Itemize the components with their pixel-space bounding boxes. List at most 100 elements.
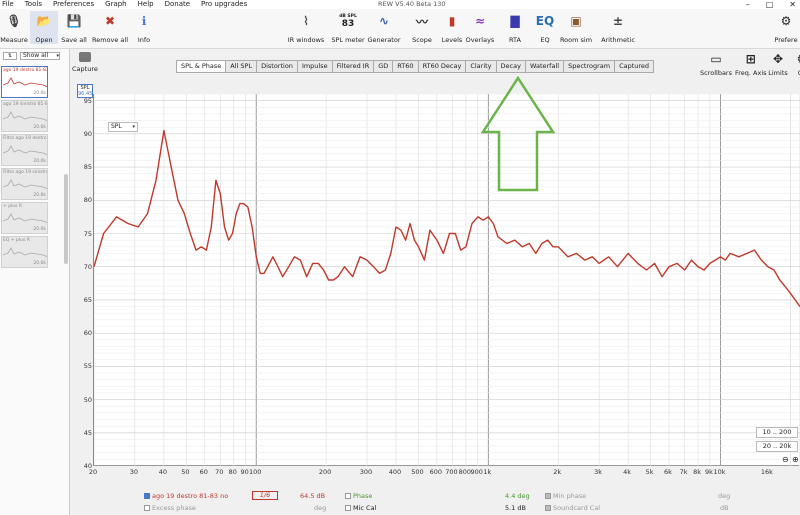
limits-button[interactable]: ✥ Limits: [768, 52, 788, 77]
scrollbars-icon: ▭: [710, 52, 722, 66]
open-button[interactable]: 📂 Open: [30, 11, 58, 44]
zoom-range-full[interactable]: 20 .. 20k: [756, 441, 798, 452]
measurement-item[interactable]: Filtro ago 19 sinistro 20.0k: [1, 168, 48, 200]
legend-row-miccal[interactable]: Mic Cal: [345, 504, 376, 512]
tab-decay[interactable]: Decay: [497, 61, 526, 72]
measurement-range: 20.0k: [33, 261, 46, 266]
room-sim-button[interactable]: ▣ Room sim: [558, 11, 594, 44]
toolbar-label: Remove all: [91, 36, 129, 44]
eq-icon: EQ: [535, 14, 555, 28]
ir-windows-button[interactable]: ⌇ IR windows: [288, 11, 325, 44]
tab-distortion[interactable]: Distortion: [257, 61, 298, 72]
y-tick-label: 95: [83, 96, 92, 105]
tab-impulse[interactable]: Impulse: [298, 61, 333, 72]
spl-graph[interactable]: SPL ▾: [93, 94, 800, 466]
legend-row-phase[interactable]: Phase: [345, 492, 372, 500]
rta-icon: ▇: [510, 14, 520, 28]
sort-button[interactable]: ⇅: [3, 52, 17, 60]
tab-spl-phase[interactable]: SPL & Phase: [177, 61, 227, 72]
y-tick-label: 90: [83, 129, 92, 138]
zoom-in-icon[interactable]: ⊕: [792, 455, 799, 464]
tab-all-spl[interactable]: All SPL: [226, 61, 258, 72]
x-tick-label: 80: [228, 468, 237, 476]
menu-help[interactable]: Help: [138, 0, 154, 9]
measurement-title: ago 19 sinistro 81-83: [3, 102, 48, 107]
x-tick-label: 60: [199, 468, 208, 476]
legend-checkbox[interactable]: [345, 505, 351, 511]
show-all-select[interactable]: Show all ▾: [20, 52, 60, 60]
x-tick-label: 10k: [713, 468, 726, 476]
measurement-thumbnail-curve: [3, 213, 47, 224]
capture-button[interactable]: Capture: [72, 52, 98, 73]
freq-axis-button[interactable]: ⊞ Freq. Axis: [735, 52, 767, 77]
menu-file[interactable]: File: [2, 0, 14, 9]
remove-all-button[interactable]: ✖ Remove all: [90, 11, 130, 44]
legend-row-main[interactable]: ago 19 destro 81-83 no: [144, 492, 228, 500]
legend-checkbox[interactable]: [545, 493, 551, 499]
zoom-out-icon[interactable]: ⊖: [782, 455, 789, 464]
legend-checkbox[interactable]: [144, 493, 150, 499]
scrollbars-button[interactable]: ▭ Scrollbars: [700, 52, 732, 77]
legend-checkbox[interactable]: [545, 505, 551, 511]
menu-donate[interactable]: Donate: [165, 0, 190, 9]
measurement-item[interactable]: + plus R 20.0k: [1, 202, 48, 234]
tab-gd[interactable]: GD: [374, 61, 394, 72]
tab-spectrogram[interactable]: Spectrogram: [564, 61, 616, 72]
arithmetic-button[interactable]: ± Arithmetic: [600, 11, 636, 44]
measure-button[interactable]: 🎙 Measure: [0, 11, 28, 44]
x-tick-label: 1k: [483, 468, 492, 476]
x-tick-label: 5k: [645, 468, 654, 476]
measurement-item[interactable]: EQ + plus R 20.0k: [1, 236, 48, 268]
legend-checkbox[interactable]: [144, 505, 150, 511]
close-icon[interactable]: ✕: [789, 0, 796, 9]
panel-scrollbar[interactable]: [64, 174, 68, 264]
x-tick-label: 2k: [553, 468, 562, 476]
measurements-panel: ⇅ Show all▾ ago 19 destro 81-83 no20.0ka…: [0, 49, 70, 515]
spl-meter-button[interactable]: dB SPL 83 SPL meter: [330, 11, 366, 45]
info-button[interactable]: ℹ Info: [130, 11, 158, 44]
spl-select[interactable]: SPL ▾: [108, 122, 138, 132]
save-all-button[interactable]: 💾 Save all: [60, 11, 88, 44]
legend-row-minphase[interactable]: Min phase: [545, 492, 586, 500]
measurement-item[interactable]: ago 19 destro 81-83 no 20.0k: [1, 66, 48, 98]
tab-rt60-decay[interactable]: RT60 Decay: [419, 61, 467, 72]
show-all-label: Show all: [23, 52, 49, 59]
chevron-down-icon: ▾: [56, 53, 59, 59]
smoothing-button[interactable]: 1/6: [252, 491, 278, 500]
overlays-button[interactable]: ≈ Overlays: [462, 11, 498, 44]
measurement-item[interactable]: Filtro ago 19 destro 20.0k: [1, 134, 48, 166]
co-button[interactable]: ⚙Co: [792, 52, 800, 77]
measurement-item[interactable]: ago 19 sinistro 81-83 20.0k: [1, 100, 48, 132]
x-tick-label: 300: [359, 468, 373, 476]
toolbar-label: SPL meter: [331, 36, 365, 44]
tab-waterfall[interactable]: Waterfall: [526, 61, 565, 72]
tab-filtered-ir[interactable]: Filtered IR: [333, 61, 375, 72]
tab-rt60[interactable]: RT60: [393, 61, 419, 72]
tab-clarity[interactable]: Clarity: [466, 61, 497, 72]
maximize-icon[interactable]: □: [766, 0, 774, 9]
legend-phase-value: 4.4 deg: [505, 492, 530, 500]
menu-pro-upgrades[interactable]: Pro upgrades: [201, 0, 247, 9]
spl-meter-icon: dB SPL 83: [338, 11, 358, 31]
remove-icon: ✖: [104, 14, 116, 28]
measurement-thumbnail-curve: [3, 77, 47, 88]
menu-graph[interactable]: Graph: [105, 0, 126, 9]
tab-captured[interactable]: Captured: [615, 61, 653, 72]
preferences-button[interactable]: ⚙ Prefere: [772, 11, 800, 44]
toolbar-label: Room sim: [559, 36, 593, 44]
y-tick-label: 85: [83, 163, 92, 172]
legend-row-soundcard[interactable]: Soundcard Cal: [545, 504, 600, 512]
menu-tools[interactable]: Tools: [25, 0, 42, 9]
minimize-icon[interactable]: –: [746, 0, 750, 9]
x-tick-label: 30: [129, 468, 139, 476]
spl-meter-value: 83: [341, 18, 355, 29]
legend-checkbox[interactable]: [345, 493, 351, 499]
toolbar-label: Arithmetic: [601, 36, 635, 44]
x-tick-label: 400: [388, 468, 402, 476]
measurement-title: ago 19 destro 81-83 no: [3, 68, 48, 73]
measurement-title: + plus R: [3, 204, 23, 209]
menu-preferences[interactable]: Preferences: [53, 0, 94, 9]
zoom-range-low[interactable]: 10 .. 200: [756, 427, 798, 438]
generator-button[interactable]: ∿ Generator: [366, 11, 402, 44]
legend-row-excess[interactable]: Excess phase: [144, 504, 196, 512]
